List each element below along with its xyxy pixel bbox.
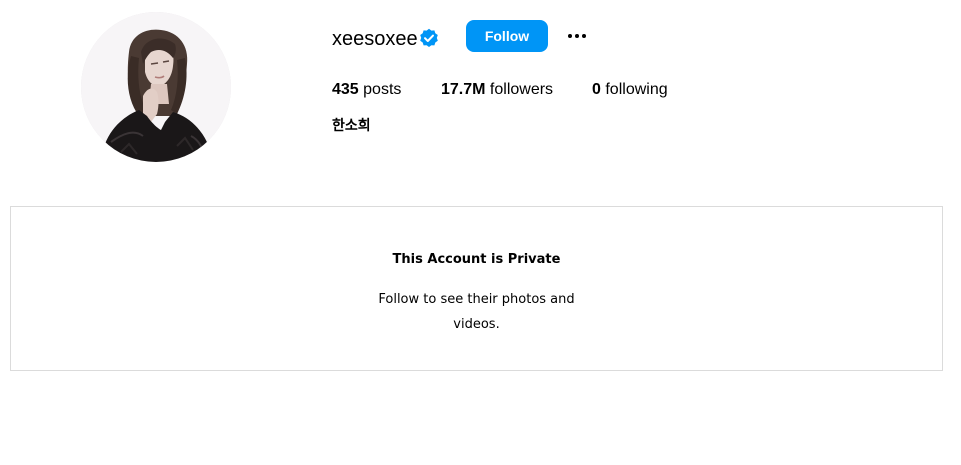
posts-stat: 435 posts [332,80,401,100]
avatar-photo [81,12,231,162]
private-notice-title: This Account is Private [392,252,561,267]
followers-label: followers [489,81,554,98]
follow-button[interactable]: Follow [466,20,548,52]
posts-count: 435 [332,81,359,98]
followers-count: 17.7M [441,81,486,98]
profile-page: xeesoxee Follow 435 posts 17.7M follower… [0,0,961,465]
verified-badge-icon [420,28,438,47]
private-notice-text: Follow to see their photos and videos. [378,292,575,332]
private-account-notice: This Account is Private Follow to see th… [10,206,943,371]
profile-username: xeesoxee [332,28,418,50]
more-dot [575,34,579,38]
more-dot [568,34,572,38]
following-count: 0 [592,81,601,98]
more-options-icon[interactable] [563,24,591,48]
profile-avatar[interactable] [81,12,231,162]
following-stat[interactable]: 0 following [592,80,668,100]
profile-full-name: 한소희 [332,118,371,134]
posts-label: posts [363,81,402,98]
following-label: following [605,81,668,98]
more-dot [582,34,586,38]
followers-stat[interactable]: 17.7M followers [441,80,553,100]
